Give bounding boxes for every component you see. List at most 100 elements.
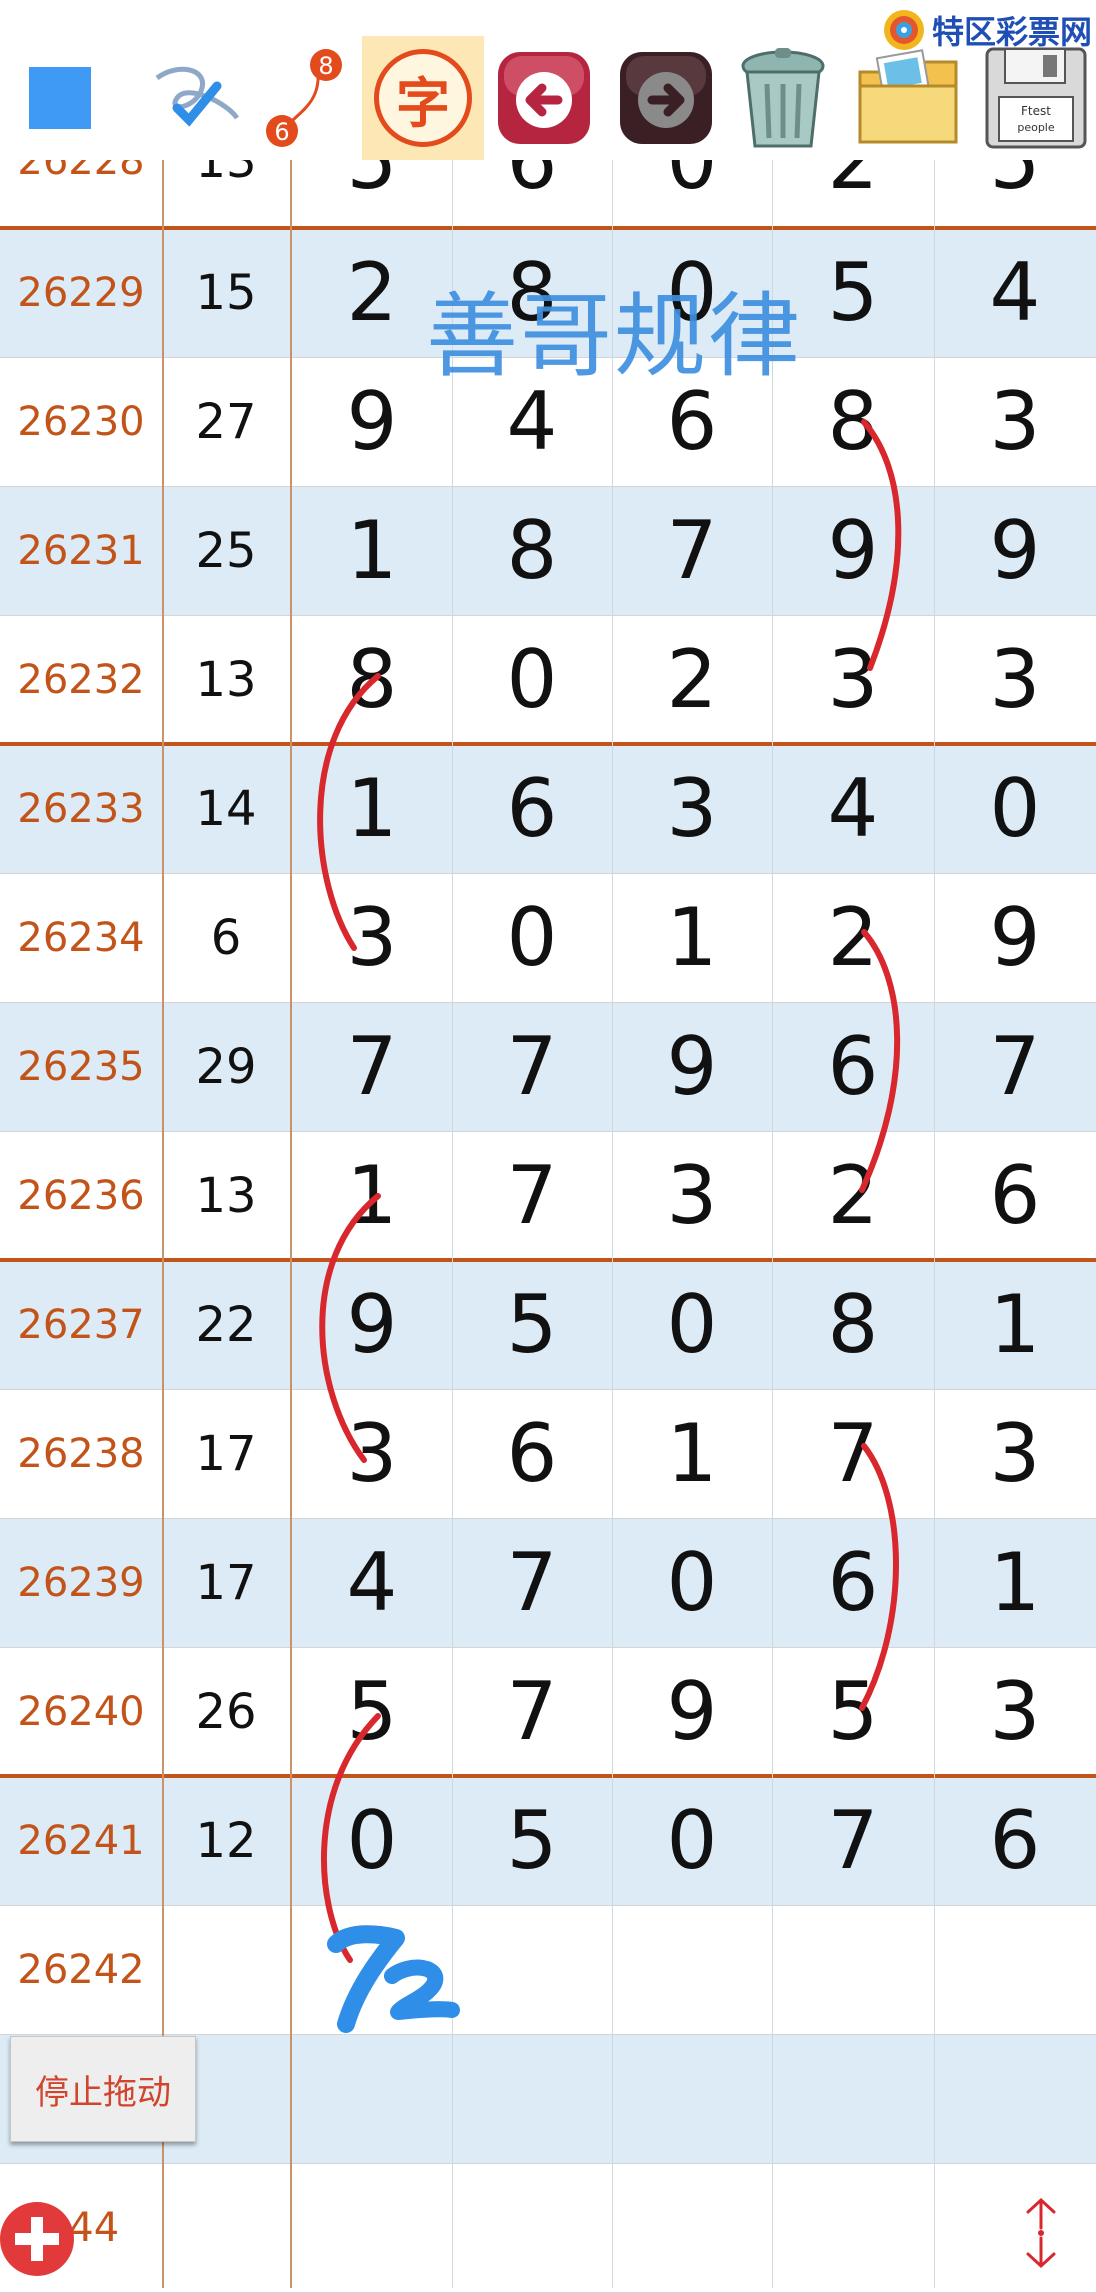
plus-icon-vertical	[31, 2217, 43, 2261]
digit-cell	[612, 2034, 772, 2163]
watermark-text: 善哥规律	[426, 283, 803, 390]
table-row[interactable]: 244	[0, 2163, 1096, 2292]
clear-button[interactable]	[724, 36, 842, 160]
table-row[interactable]: 26231 25 1 8 7 9 9	[0, 486, 1096, 615]
back-arrow-icon	[498, 52, 590, 144]
partial-table-row: 26228 13 5 6 0 2 5	[0, 160, 1096, 228]
floppy-disk-icon: Ftest people	[985, 47, 1087, 149]
digit-cell	[934, 2034, 1096, 2163]
photo-button[interactable]	[846, 36, 970, 160]
digit-cell: 7	[346, 1020, 398, 1113]
digit-cell: 0	[666, 1794, 718, 1887]
issue-number: 26239	[17, 1559, 145, 1606]
table-row[interactable]: 26235 29 7 7 9 6 7	[0, 1002, 1096, 1131]
floppy-label-line1: Ftest	[1021, 104, 1051, 118]
column-divider	[290, 160, 292, 2288]
row-divider	[0, 1518, 1096, 1519]
stop-drag-button[interactable]: 停止拖动	[10, 2036, 196, 2142]
digit-cell	[772, 1905, 934, 2034]
table-row[interactable]: 26242	[0, 1905, 1096, 2034]
digit-sum: 6	[210, 909, 242, 966]
table-row[interactable]: 26239 17 4 7 0 6 1	[0, 1518, 1096, 1647]
digit-sum: 29	[195, 1038, 257, 1095]
digit-cell: 2	[827, 1149, 879, 1242]
digit-cell: 1	[346, 1149, 398, 1242]
digit-cell: 6	[989, 1794, 1041, 1887]
row-divider	[0, 1905, 1096, 1906]
table-row[interactable]: 26237 22 9 5 0 8 1	[0, 1260, 1096, 1389]
digit-cell: 5	[346, 160, 398, 207]
digit-cell: 7	[989, 1020, 1041, 1113]
issue-number: 26235	[17, 1043, 145, 1090]
digit-cell	[452, 2163, 612, 2292]
add-button[interactable]	[0, 2202, 74, 2276]
redo-button[interactable]	[614, 36, 718, 160]
digit-cell	[452, 2034, 612, 2163]
issue-number: 26228	[17, 160, 145, 184]
digit-cell: 3	[346, 1407, 398, 1500]
table-row[interactable]: 26241 12 0 5 0 7 6	[0, 1776, 1096, 1905]
group-divider	[0, 742, 1096, 746]
digit-cell	[934, 1905, 1096, 2034]
issue-number: 26242	[17, 1946, 145, 1993]
row-divider	[0, 615, 1096, 616]
digit-cell: 9	[666, 1665, 718, 1758]
digit-cell: 6	[506, 1407, 558, 1500]
column-divider	[452, 160, 453, 2288]
digit-cell: 7	[506, 1020, 558, 1113]
digit-cell	[772, 2034, 934, 2163]
digit-cell: 8	[506, 504, 558, 597]
digit-sum: 13	[195, 160, 257, 189]
rainbow-logo-icon	[883, 10, 924, 50]
digit-cell: 1	[666, 891, 718, 984]
digit-cell: 3	[989, 633, 1041, 726]
up-down-arrows-icon[interactable]	[1016, 2196, 1066, 2270]
table-row[interactable]: 26233 14 1 6 3 4 0	[0, 744, 1096, 873]
table-row[interactable]: 26234 6 3 0 1 2 9	[0, 873, 1096, 1002]
digit-cell: 5	[346, 1665, 398, 1758]
issue-number: 26234	[17, 914, 145, 961]
color-square-tool[interactable]	[24, 36, 96, 160]
digit-sum: 27	[195, 393, 257, 450]
group-divider	[0, 226, 1096, 230]
digit-cell: 3	[666, 762, 718, 855]
table-row[interactable]: 26238 17 3 6 1 7 3	[0, 1389, 1096, 1518]
column-divider	[162, 160, 164, 2288]
column-divider	[612, 160, 613, 2288]
digit-cell: 3	[346, 891, 398, 984]
digit-cell: 3	[666, 1149, 718, 1242]
digit-cell: 5	[506, 1794, 558, 1887]
digit-cell: 0	[666, 160, 718, 207]
issue-number: 26231	[17, 527, 145, 574]
digit-cell: 6	[827, 1536, 879, 1629]
digit-cell: 0	[506, 891, 558, 984]
save-button[interactable]: Ftest people	[976, 36, 1096, 160]
digit-cell: 4	[989, 246, 1041, 339]
lottery-table: 26228 13 5 6 0 2 5 26229 15 2 8 0 5 4 26230 27 9 4…	[0, 160, 1096, 2293]
group-divider	[0, 1258, 1096, 1262]
digit-cell: 7	[827, 1407, 879, 1500]
undo-button[interactable]	[492, 36, 596, 160]
digit-cell: 3	[827, 633, 879, 726]
pen-tool[interactable]	[140, 36, 250, 160]
digit-cell: 5	[827, 1665, 879, 1758]
table-row[interactable]: 26236 13 1 7 3 2 6	[0, 1131, 1096, 1260]
digit-sum: 13	[195, 1167, 257, 1224]
digit-sum: 25	[195, 522, 257, 579]
digit-cell: 2	[666, 633, 718, 726]
issue-number: 26241	[17, 1817, 145, 1864]
table-row[interactable]: 26232 13 8 0 2 3 3	[0, 615, 1096, 744]
digit-cell: 7	[506, 1536, 558, 1629]
digit-cell: 9	[666, 1020, 718, 1113]
digit-cell: 1	[666, 1407, 718, 1500]
digit-cell: 2	[827, 160, 879, 207]
table-row[interactable]: 26240 26 5 7 9 5 3	[0, 1647, 1096, 1776]
digit-cell: 1	[346, 504, 398, 597]
row-divider	[0, 1131, 1096, 1132]
row-divider	[0, 2163, 1096, 2164]
digit-cell: 0	[346, 1794, 398, 1887]
text-tool[interactable]: 字	[362, 36, 484, 160]
number-connect-tool[interactable]: 8 6	[256, 36, 356, 160]
digit-cell: 1	[989, 1536, 1041, 1629]
pen-check-icon	[155, 66, 240, 127]
